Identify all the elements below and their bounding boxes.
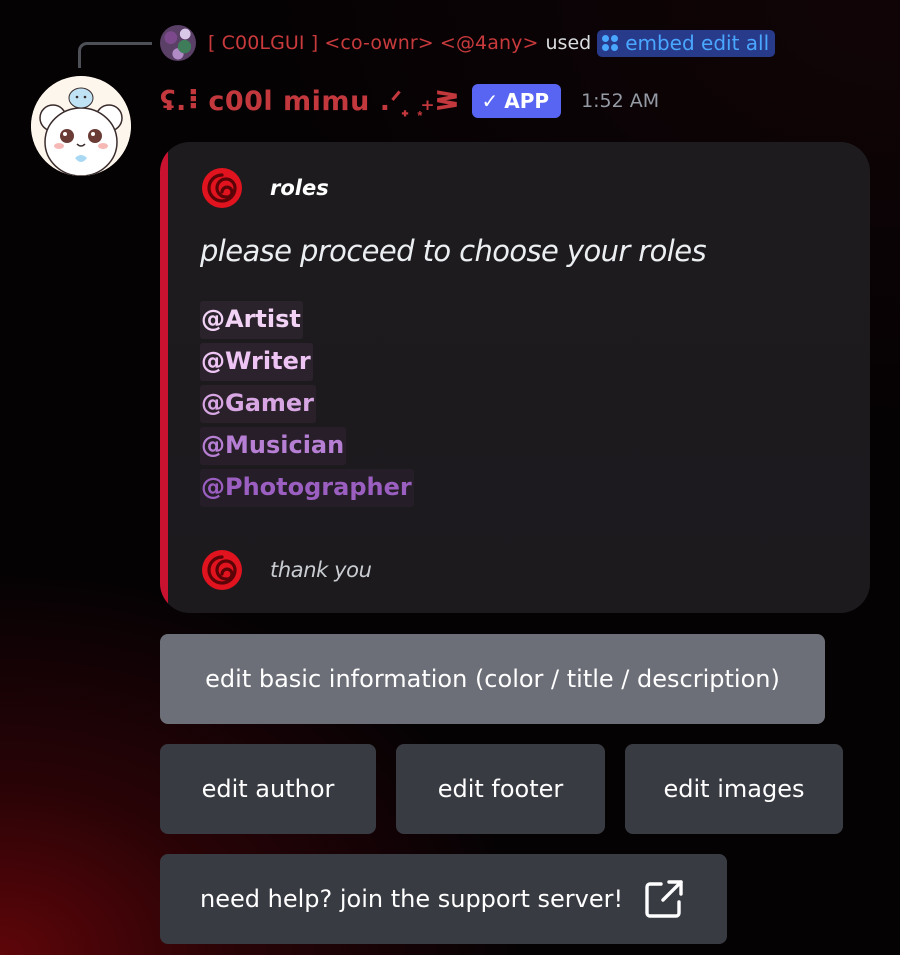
- embed-accent-bar: [160, 142, 168, 613]
- message-header: ʢ.⠇c00l mimu .ᐟ ̟ ͙₊ᕒ ✓ APP 1:52 AM: [160, 78, 659, 124]
- edit-footer-label: edit footer: [437, 775, 564, 803]
- message-timestamp[interactable]: 1:52 AM: [581, 90, 659, 112]
- edit-author-label: edit author: [201, 775, 335, 803]
- support-server-link-button[interactable]: need help? join the support server!: [160, 854, 727, 944]
- role-mention-photographer[interactable]: @Photographer: [200, 469, 414, 507]
- checkmark-icon: ✓: [481, 89, 499, 113]
- command-name: embed edit all: [625, 30, 770, 55]
- red-swirl-icon: [202, 550, 242, 590]
- role-mention-writer[interactable]: @Writer: [200, 343, 313, 381]
- app-badge-label: APP: [504, 89, 550, 113]
- embed-footer: thank you: [200, 548, 372, 592]
- edit-images-label: edit images: [663, 775, 805, 803]
- reply-connector-line: [78, 42, 152, 68]
- support-server-label: need help? join the support server!: [200, 885, 624, 913]
- embed-author: roles: [200, 166, 329, 210]
- reply-context[interactable]: [ C00LGUI ] <co-ownr> <@4any> used embed…: [160, 25, 776, 61]
- role-mention-gamer[interactable]: @Gamer: [200, 385, 317, 423]
- embed-author-name: roles: [270, 176, 329, 200]
- external-link-icon: [645, 880, 683, 918]
- embed-title: please proceed to choose your roles: [200, 234, 707, 268]
- author-name[interactable]: ʢ.⠇c00l mimu .ᐟ ̟ ͙₊ᕒ: [160, 86, 460, 117]
- role-mention-musician[interactable]: @Musician: [200, 427, 347, 465]
- edit-footer-button[interactable]: edit footer: [396, 744, 605, 834]
- reply-user-name[interactable]: [ C00LGUI ] <co-ownr> <@4any>: [208, 32, 539, 54]
- slash-command-icon: [602, 34, 619, 51]
- role-mention-artist[interactable]: @Artist: [200, 301, 303, 339]
- app-badge: ✓ APP: [471, 84, 562, 118]
- edit-images-button[interactable]: edit images: [625, 744, 843, 834]
- edit-basic-information-button[interactable]: edit basic information (color / title / …: [160, 634, 825, 724]
- command-chip[interactable]: embed edit all: [597, 29, 776, 57]
- edit-author-button[interactable]: edit author: [160, 744, 376, 834]
- role-list: @Artist @Writer @Gamer @Musician @Photog…: [200, 297, 414, 507]
- reply-user-avatar[interactable]: [160, 25, 196, 61]
- bear-avatar-icon[interactable]: [31, 76, 131, 176]
- red-swirl-icon: [202, 168, 242, 208]
- edit-basic-information-label: edit basic information (color / title / …: [205, 665, 780, 693]
- embed-footer-text: thank you: [270, 558, 372, 582]
- embed: roles please proceed to choose your role…: [160, 142, 870, 613]
- reply-used-label: used: [545, 32, 592, 54]
